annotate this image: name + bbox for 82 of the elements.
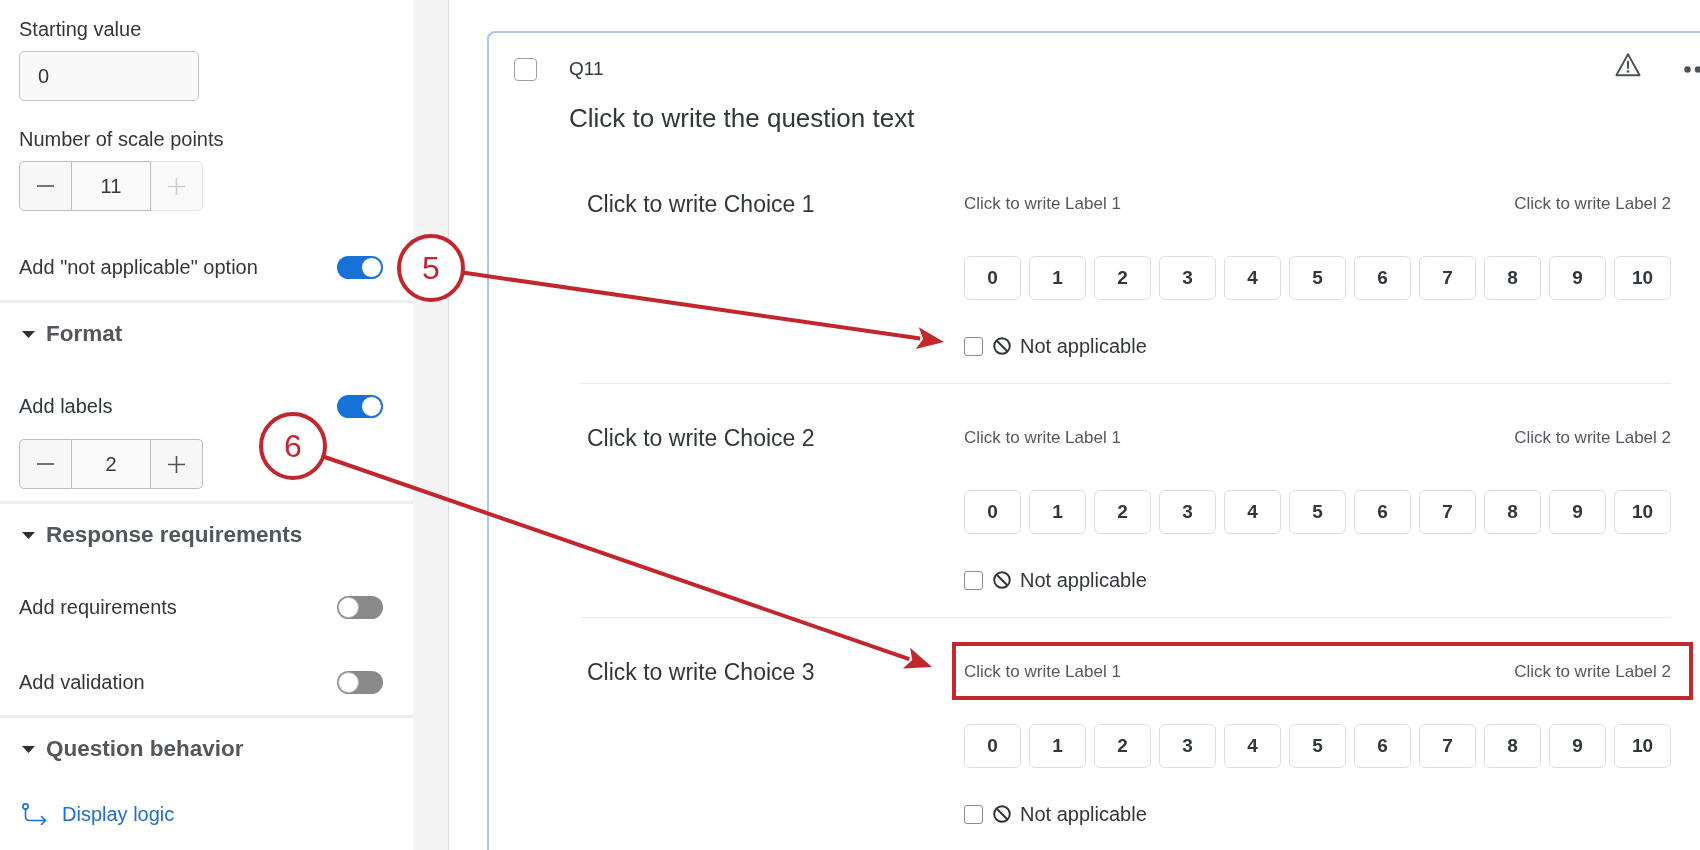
minus-icon — [37, 463, 54, 465]
scale-button[interactable]: 6 — [1354, 490, 1411, 534]
toggle-switch[interactable] — [337, 670, 383, 694]
field-label: Starting value — [19, 17, 142, 41]
display-logic-link[interactable]: Display logic — [19, 802, 175, 826]
checkbox[interactable] — [964, 570, 983, 590]
scale-label[interactable]: Click to write Label 1 — [964, 424, 1121, 452]
scale-label[interactable]: Click to write Label 1 — [964, 190, 1121, 218]
section-header[interactable]: Question behavior — [19, 735, 244, 763]
scale-button[interactable]: 9 — [1549, 490, 1606, 534]
scale-button[interactable]: 4 — [1224, 490, 1281, 534]
scale-label[interactable]: Click to write Label 2 — [1514, 658, 1671, 686]
decrease-button[interactable] — [19, 439, 72, 489]
scale-button[interactable]: 4 — [1224, 256, 1281, 300]
prohibited-icon — [993, 571, 1011, 589]
increase-button[interactable] — [151, 439, 203, 489]
scale-button[interactable]: 9 — [1549, 256, 1606, 300]
option-label: Not applicable — [1020, 334, 1147, 358]
scale-button[interactable]: 1 — [1029, 724, 1086, 768]
scale-button[interactable]: 2 — [1094, 490, 1151, 534]
text-input[interactable]: 0 — [19, 51, 199, 101]
setting-label: Add validation — [19, 670, 145, 694]
scale-button[interactable]: 10 — [1614, 256, 1671, 300]
option-label: Not applicable — [1020, 568, 1147, 592]
minus-icon — [37, 185, 54, 187]
setting-label: Add labels — [19, 394, 113, 418]
choice-text[interactable]: Click to write Choice 3 — [580, 658, 815, 686]
scale-button[interactable]: 7 — [1419, 490, 1476, 534]
question-number: Q11 — [569, 57, 604, 81]
scale-label[interactable]: Click to write Label 2 — [1514, 190, 1671, 218]
decrease-button[interactable] — [19, 161, 72, 211]
scale-button[interactable]: 9 — [1549, 724, 1606, 768]
question-text[interactable]: Click to write the question text — [569, 102, 915, 134]
scale-button[interactable]: 0 — [964, 724, 1021, 768]
callout-marker: 5 — [397, 234, 465, 302]
scale-button[interactable]: 8 — [1484, 724, 1541, 768]
scale-button[interactable]: 3 — [1159, 256, 1216, 300]
callout-marker: 6 — [259, 412, 327, 480]
scale-button[interactable]: 7 — [1419, 724, 1476, 768]
scale-button[interactable]: 2 — [1094, 724, 1151, 768]
scale-button[interactable]: 8 — [1484, 490, 1541, 534]
checkbox[interactable] — [514, 57, 537, 81]
prohibited-icon — [993, 805, 1011, 823]
scale-button[interactable]: 2 — [1094, 256, 1151, 300]
number-field[interactable]: 11 — [72, 161, 151, 211]
scale-button[interactable]: 5 — [1289, 724, 1346, 768]
toggle-switch[interactable] — [337, 255, 383, 279]
scale-button[interactable]: 0 — [964, 490, 1021, 534]
setting-label: Add "not applicable" option — [19, 255, 258, 279]
scale-label[interactable]: Click to write Label 1 — [964, 658, 1121, 686]
warning-icon[interactable] — [1615, 52, 1641, 78]
option-label: Not applicable — [1020, 802, 1147, 826]
scale-button[interactable]: 7 — [1419, 256, 1476, 300]
toggle-switch[interactable] — [337, 394, 383, 418]
plus-icon — [168, 455, 185, 473]
checkbox[interactable] — [964, 804, 983, 824]
scale-button[interactable]: 0 — [964, 256, 1021, 300]
scale-label[interactable]: Click to write Label 2 — [1514, 424, 1671, 452]
scale-button[interactable]: 1 — [1029, 490, 1086, 534]
scale-button[interactable]: 6 — [1354, 256, 1411, 300]
plus-icon — [168, 177, 185, 195]
checkbox[interactable] — [964, 336, 983, 356]
scale-button[interactable]: 4 — [1224, 724, 1281, 768]
scale-button[interactable]: 8 — [1484, 256, 1541, 300]
prohibited-icon — [993, 337, 1011, 355]
scale-button[interactable]: 10 — [1614, 490, 1671, 534]
toggle-switch[interactable] — [337, 595, 383, 619]
setting-label: Add requirements — [19, 595, 177, 619]
scale-button[interactable]: 3 — [1159, 724, 1216, 768]
choice-text[interactable]: Click to write Choice 1 — [580, 190, 815, 218]
scale-button[interactable]: 6 — [1354, 724, 1411, 768]
scale-button[interactable]: 5 — [1289, 490, 1346, 534]
section-header[interactable]: Format — [19, 320, 123, 348]
scale-button[interactable]: 3 — [1159, 490, 1216, 534]
number-field[interactable]: 2 — [72, 439, 151, 489]
scale-button[interactable]: 5 — [1289, 256, 1346, 300]
section-header[interactable]: Response requirements — [19, 521, 303, 549]
scale-button[interactable]: 10 — [1614, 724, 1671, 768]
field-label: Number of scale points — [19, 127, 224, 151]
choice-text[interactable]: Click to write Choice 2 — [580, 424, 815, 452]
branch-arrow-icon — [22, 803, 47, 825]
scale-button[interactable]: 1 — [1029, 256, 1086, 300]
